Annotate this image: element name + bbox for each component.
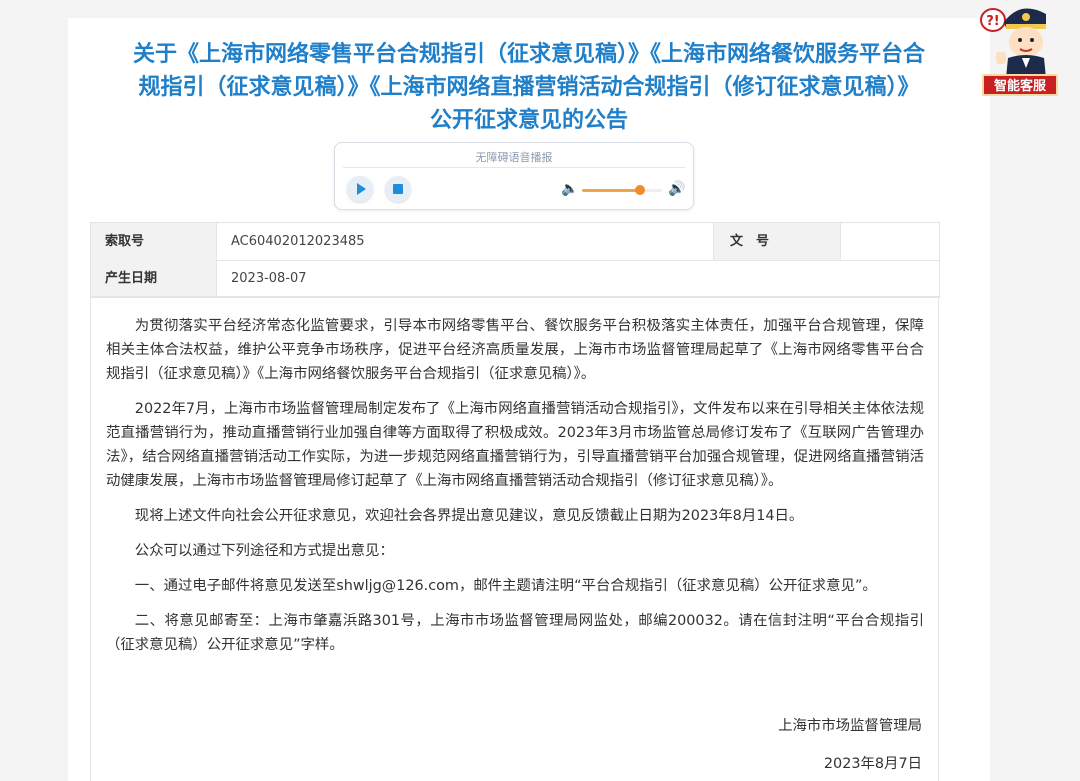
- volume-handle[interactable]: [634, 185, 645, 195]
- smart-customer-service-widget[interactable]: ?! 智能客服: [980, 2, 1060, 98]
- date-value: 2023-08-07: [231, 271, 307, 286]
- volume-high-icon[interactable]: 🔊: [668, 181, 685, 197]
- signature-organization: 上海市市场监督管理局: [778, 718, 922, 734]
- smart-customer-service-label[interactable]: 智能客服: [982, 74, 1058, 96]
- metadata-table: 索取号 AC60402012023485 文 号 产生日期 2023-08-07: [90, 222, 940, 298]
- date-label: 产生日期: [91, 260, 217, 297]
- content-border-right: [938, 296, 939, 781]
- play-icon: [357, 183, 366, 195]
- volume-low-icon[interactable]: 🔈: [561, 181, 578, 197]
- metadata-row: 索取号 AC60402012023485 文 号: [91, 223, 939, 261]
- stop-button[interactable]: [385, 176, 411, 202]
- stop-icon: [393, 184, 403, 194]
- doc-number-value: [841, 223, 939, 260]
- paragraph: 为贯彻落实平台经济常态化监管要求，引导本市网络零售平台、餐饮服务平台积极落实主体…: [106, 318, 924, 382]
- bubble-text: ?!: [986, 14, 999, 29]
- title-line-3: 公开征求意见的公告: [429, 108, 628, 133]
- paragraph: 公众可以通过下列途径和方式提出意见：: [134, 543, 394, 559]
- paragraph-mail: 二、将意见邮寄至：上海市肇嘉浜路301号，上海市市场监督管理局网监处，邮编200…: [106, 613, 924, 653]
- volume-slider[interactable]: [582, 185, 662, 195]
- police-mascot-icon: ?!: [980, 8, 1046, 78]
- paragraph: 现将上述文件向社会公开征求意见，欢迎社会各界提出意见建议，意见反馈截止日期为20…: [134, 508, 804, 524]
- audio-player: 无障碍语音播报 🔈 🔊: [334, 142, 694, 210]
- title-line-1: 关于《上海市网络零售平台合规指引（征求意见稿）》《上海市网络餐饮服务平台合: [132, 42, 925, 67]
- article-body: 为贯彻落实平台经济常态化监管要求，引导本市网络零售平台、餐饮服务平台积极落实主体…: [106, 314, 924, 668]
- content-border-left: [90, 296, 91, 781]
- index-label: 索取号: [91, 223, 217, 260]
- audio-player-label: 无障碍语音播报: [475, 151, 553, 164]
- metadata-row: 产生日期 2023-08-07: [91, 260, 939, 297]
- section-divider: [90, 296, 938, 297]
- paragraph-email: 一、通过电子邮件将意见发送至shwljg@126.com，邮件主题请注明“平台合…: [134, 578, 877, 594]
- index-value: AC60402012023485: [231, 234, 365, 249]
- signature-date: 2023年8月7日: [823, 756, 922, 772]
- volume-fill: [582, 189, 640, 192]
- play-button[interactable]: [347, 176, 373, 202]
- page-title: 关于《上海市网络零售平台合规指引（征求意见稿）》《上海市网络餐饮服务平台合 规指…: [68, 38, 990, 137]
- doc-number-label: 文 号: [713, 223, 841, 260]
- paragraph: 2022年7月，上海市市场监督管理局制定发布了《上海市网络直播营销活动合规指引》…: [106, 401, 924, 489]
- title-line-2: 规指引（征求意见稿）》《上海市网络直播营销活动合规指引（修订征求意见稿）》: [138, 75, 920, 100]
- article-page: 关于《上海市网络零售平台合规指引（征求意见稿）》《上海市网络餐饮服务平台合 规指…: [68, 18, 990, 781]
- audio-divider: [343, 167, 685, 168]
